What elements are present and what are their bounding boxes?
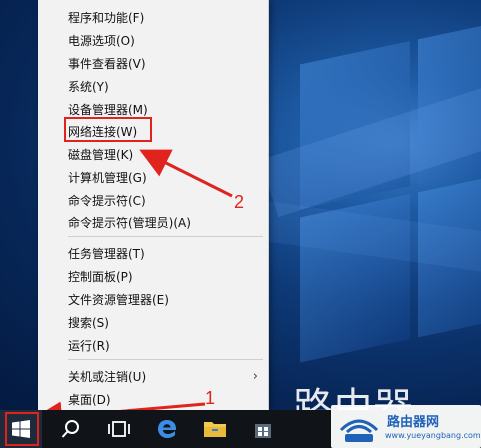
menu-item[interactable]: 程序和功能(F) (38, 7, 268, 29)
menu-separator (68, 236, 263, 237)
menu-item[interactable]: 关机或注销(U) › (38, 366, 268, 388)
menu-item-label: 事件查看器(V) (68, 57, 146, 71)
task-view-button[interactable] (98, 410, 140, 448)
annotation-number-1: 1 (205, 388, 216, 408)
menu-item-label: 搜索(S) (68, 316, 109, 330)
menu-item-label: 文件资源管理器(E) (68, 293, 169, 307)
store-icon (255, 424, 271, 438)
menu-item[interactable]: 电源选项(O) (38, 30, 268, 52)
menu-item-label: 命令提示符(C) (68, 194, 146, 208)
file-explorer-icon (204, 422, 226, 437)
menu-item-label: 命令提示符(管理员)(A) (68, 216, 191, 230)
menu-item-label: 任务管理器(T) (68, 247, 145, 261)
highlight-box-network-connections (64, 117, 152, 142)
menu-item-label: 系统(Y) (68, 80, 109, 94)
menu-item[interactable]: 搜索(S) (38, 312, 268, 334)
menu-item-label: 控制面板(P) (68, 270, 133, 284)
menu-item[interactable]: 控制面板(P) (38, 266, 268, 288)
menu-item[interactable]: 桌面(D) (38, 389, 268, 411)
store-button[interactable] (242, 410, 284, 448)
edge-browser-button[interactable] (146, 410, 188, 448)
search-button[interactable] (50, 410, 92, 448)
menu-item-label: 关机或注销(U) (68, 370, 147, 384)
menu-item-label: 设备管理器(M) (68, 103, 148, 117)
menu-item-label: 运行(R) (68, 339, 110, 353)
menu-item[interactable]: 文件资源管理器(E) (38, 289, 268, 311)
menu-separator (68, 359, 263, 360)
highlight-box-start-button (5, 412, 39, 446)
menu-item-label: 程序和功能(F) (68, 11, 145, 25)
menu-item[interactable]: 事件查看器(V) (38, 53, 268, 75)
chevron-right-icon: › (252, 369, 258, 384)
file-explorer-button[interactable] (194, 410, 236, 448)
annotation-number-2: 2 (234, 192, 245, 212)
site-url: www.yueyangbang.com (385, 431, 481, 440)
menu-item[interactable]: 命令提示符(管理员)(A) (38, 212, 268, 234)
task-view-icon (108, 421, 130, 437)
menu-item[interactable]: 磁盘管理(K) (38, 144, 268, 166)
menu-item-label: 磁盘管理(K) (68, 148, 134, 162)
menu-item-label: 桌面(D) (68, 393, 111, 407)
search-icon (61, 420, 79, 438)
menu-item-label: 电源选项(O) (68, 34, 135, 48)
menu-item-label: 计算机管理(G) (68, 171, 147, 185)
router-logo-icon (339, 419, 379, 442)
menu-item[interactable]: 运行(R) (38, 335, 268, 357)
edge-browser-icon (158, 420, 177, 438)
menu-item[interactable]: 任务管理器(T) (38, 243, 268, 265)
site-name: 路由器网 (387, 415, 440, 430)
menu-item[interactable]: 系统(Y) (38, 76, 268, 98)
menu-item[interactable]: 计算机管理(G) (38, 167, 268, 189)
